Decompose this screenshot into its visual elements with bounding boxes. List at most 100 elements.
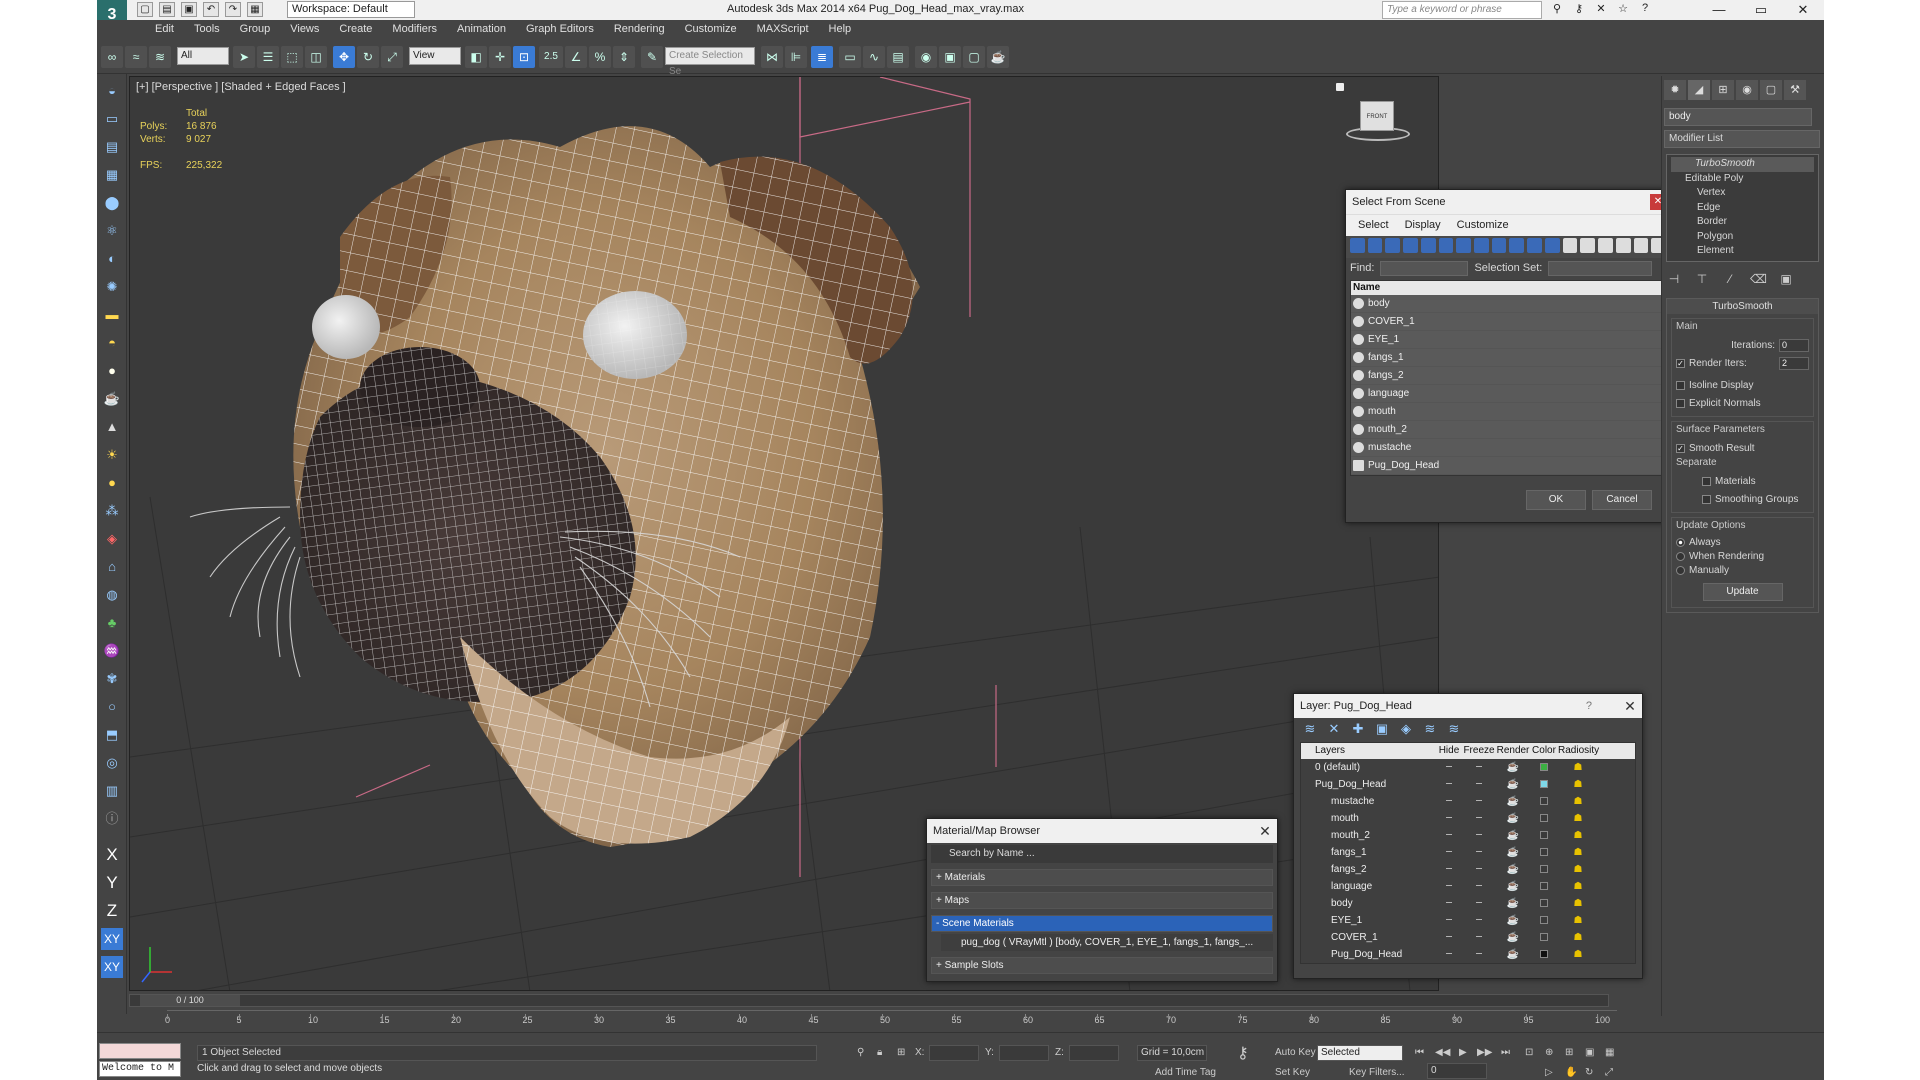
- angle-snap-icon[interactable]: ∠: [565, 46, 587, 68]
- subobject-edge[interactable]: Edge: [1671, 201, 1814, 216]
- subobject-element[interactable]: Element: [1671, 244, 1814, 259]
- spinner-snap-icon[interactable]: ⇕: [613, 46, 635, 68]
- menu-rendering[interactable]: Rendering: [604, 20, 675, 40]
- padlock-icon[interactable]: 🔒︎: [877, 1047, 882, 1058]
- close-icon[interactable]: ✕: [1257, 823, 1273, 839]
- hide-toggle[interactable]: ┄: [1436, 946, 1462, 963]
- menu-help[interactable]: Help: [819, 20, 862, 40]
- tab-hierarchy-icon[interactable]: ⊞: [1712, 80, 1734, 100]
- selection-filter-dropdown[interactable]: All: [177, 47, 229, 65]
- layer-color-swatch[interactable]: [1530, 895, 1558, 912]
- layer-row[interactable]: mustache ┄ ┄ ☕ ☗: [1301, 793, 1635, 810]
- column-header-name[interactable]: Name: [1351, 281, 1665, 295]
- layer-row[interactable]: COVER_1 ┄ ┄ ☕ ☗: [1301, 929, 1635, 946]
- freeze-all-icon[interactable]: ≋: [1446, 721, 1462, 737]
- subobject-polygon[interactable]: Polygon: [1671, 230, 1814, 245]
- list-item[interactable]: Pug_Dog_Head: [1351, 457, 1665, 475]
- zoom-all-icon[interactable]: ⊞: [1565, 1047, 1573, 1058]
- snaps-toggle-icon[interactable]: 2.5: [539, 46, 563, 68]
- y-coordinate-field[interactable]: [999, 1045, 1049, 1061]
- filter-xrefs-icon[interactable]: [1474, 238, 1489, 253]
- previous-frame-icon[interactable]: ◀◀: [1435, 1047, 1450, 1058]
- invert-selection-icon[interactable]: [1598, 238, 1613, 253]
- unlink-icon[interactable]: ≈: [125, 46, 147, 68]
- section-sample-slots[interactable]: + Sample Slots: [931, 957, 1273, 974]
- axis-constraint-z-icon[interactable]: Z: [101, 900, 123, 922]
- window-crossing-icon[interactable]: ◫: [305, 46, 327, 68]
- axis-constraint-xy-icon[interactable]: XY: [101, 928, 123, 950]
- go-to-start-icon[interactable]: ⏮: [1415, 1047, 1424, 1058]
- menu-select[interactable]: Select: [1350, 219, 1397, 232]
- z-coordinate-field[interactable]: [1069, 1045, 1119, 1061]
- helpers-icon[interactable]: ⬤: [101, 192, 123, 214]
- layer-color-swatch[interactable]: [1530, 844, 1558, 861]
- menu-tools[interactable]: Tools: [184, 20, 230, 40]
- select-and-move-icon[interactable]: ✥: [333, 46, 355, 68]
- menu-customize[interactable]: Customize: [675, 20, 747, 40]
- time-slider[interactable]: 0 / 100: [129, 994, 1609, 1007]
- render-teapot-icon[interactable]: ☕: [1496, 759, 1530, 776]
- sun-light-icon[interactable]: ☀: [101, 444, 123, 466]
- menu-graph-editors[interactable]: Graph Editors: [516, 20, 604, 40]
- radiosity-icon[interactable]: ☗: [1558, 895, 1598, 912]
- cancel-button[interactable]: Cancel: [1592, 490, 1652, 510]
- auto-key-mode-dropdown[interactable]: Selected: [1317, 1045, 1403, 1061]
- help-search-input[interactable]: Type a keyword or phrase: [1382, 1, 1542, 19]
- exchange-icon[interactable]: ✕: [1593, 2, 1609, 17]
- render-teapot-icon[interactable]: ☕: [1496, 810, 1530, 827]
- menu-views[interactable]: Views: [280, 20, 329, 40]
- go-to-end-icon[interactable]: ⏭: [1501, 1047, 1510, 1058]
- cone-icon[interactable]: ▲: [101, 416, 123, 438]
- layer-color-swatch[interactable]: [1530, 929, 1558, 946]
- hide-toggle[interactable]: ┄: [1436, 912, 1462, 929]
- layer-explorer-icon[interactable]: ≣: [811, 46, 833, 68]
- viewport-label-menu[interactable]: [+] [Perspective ] [Shaded + Edged Faces…: [136, 81, 346, 93]
- proxy-icon[interactable]: ⬒: [101, 724, 123, 746]
- link-icon[interactable]: ∞: [101, 46, 123, 68]
- maxscript-listener-pink[interactable]: [99, 1043, 181, 1059]
- help-icon[interactable]: ?: [1586, 694, 1592, 718]
- info-icon[interactable]: ⓘ: [101, 808, 123, 830]
- maximize-button[interactable]: ▭: [1740, 0, 1782, 20]
- layer-row[interactable]: fangs_1 ┄ ┄ ☕ ☗: [1301, 844, 1635, 861]
- layer-color-swatch[interactable]: [1530, 861, 1558, 878]
- hide-toggle[interactable]: ┄: [1436, 844, 1462, 861]
- edit-named-selection-icon[interactable]: ✎: [641, 46, 663, 68]
- clipper-icon[interactable]: ▥: [101, 780, 123, 802]
- pan-view-icon[interactable]: ✋: [1565, 1067, 1577, 1078]
- filter-geometry-icon[interactable]: [1350, 238, 1365, 253]
- redo-icon[interactable]: ↷: [225, 2, 241, 17]
- camera-icon[interactable]: ⌂: [101, 556, 123, 578]
- field-of-view-icon[interactable]: ▷: [1545, 1067, 1553, 1078]
- play-icon[interactable]: ▶: [1459, 1047, 1467, 1058]
- filter-groups-icon[interactable]: [1456, 238, 1472, 253]
- x-coordinate-field[interactable]: [929, 1045, 979, 1061]
- key-icon[interactable]: ⚷: [1571, 2, 1587, 17]
- hide-toggle[interactable]: ┄: [1436, 776, 1462, 793]
- toggle-ribbon-icon[interactable]: ▭: [839, 46, 861, 68]
- hide-toggle[interactable]: ┄: [1436, 861, 1462, 878]
- material-search-input[interactable]: Search by Name ...: [931, 845, 1273, 863]
- open-file-icon[interactable]: ▤: [159, 2, 175, 17]
- radiosity-icon[interactable]: ☗: [1558, 946, 1598, 963]
- column-freeze[interactable]: Freeze: [1462, 743, 1496, 759]
- scene-material-item[interactable]: pug_dog ( VRayMtl ) [body, COVER_1, EYE_…: [941, 934, 1273, 951]
- render-teapot-icon[interactable]: ☕: [1496, 776, 1530, 793]
- render-teapot-icon[interactable]: ☕: [1496, 912, 1530, 929]
- star-icon[interactable]: ☆: [1615, 2, 1631, 17]
- axis-constraint-y-icon[interactable]: Y: [101, 872, 123, 894]
- zoom-extents-icon[interactable]: ▣: [1585, 1047, 1594, 1058]
- list-item[interactable]: body: [1351, 295, 1665, 313]
- radiosity-icon[interactable]: ☗: [1558, 776, 1598, 793]
- hide-toggle[interactable]: ┄: [1436, 827, 1462, 844]
- menu-edit[interactable]: Edit: [145, 20, 184, 40]
- freeze-toggle[interactable]: ┄: [1462, 895, 1496, 912]
- project-folder-icon[interactable]: ▦: [247, 2, 263, 17]
- list-item[interactable]: mustache: [1351, 439, 1665, 457]
- reference-coordinate-dropdown[interactable]: View: [409, 47, 461, 65]
- radiosity-icon[interactable]: ☗: [1558, 861, 1598, 878]
- filter-shapes-icon[interactable]: [1367, 238, 1383, 253]
- hide-toggle[interactable]: ┄: [1436, 810, 1462, 827]
- key-mode-toggle-icon[interactable]: ⊡: [1525, 1047, 1533, 1058]
- filter-cameras-icon[interactable]: [1403, 238, 1418, 253]
